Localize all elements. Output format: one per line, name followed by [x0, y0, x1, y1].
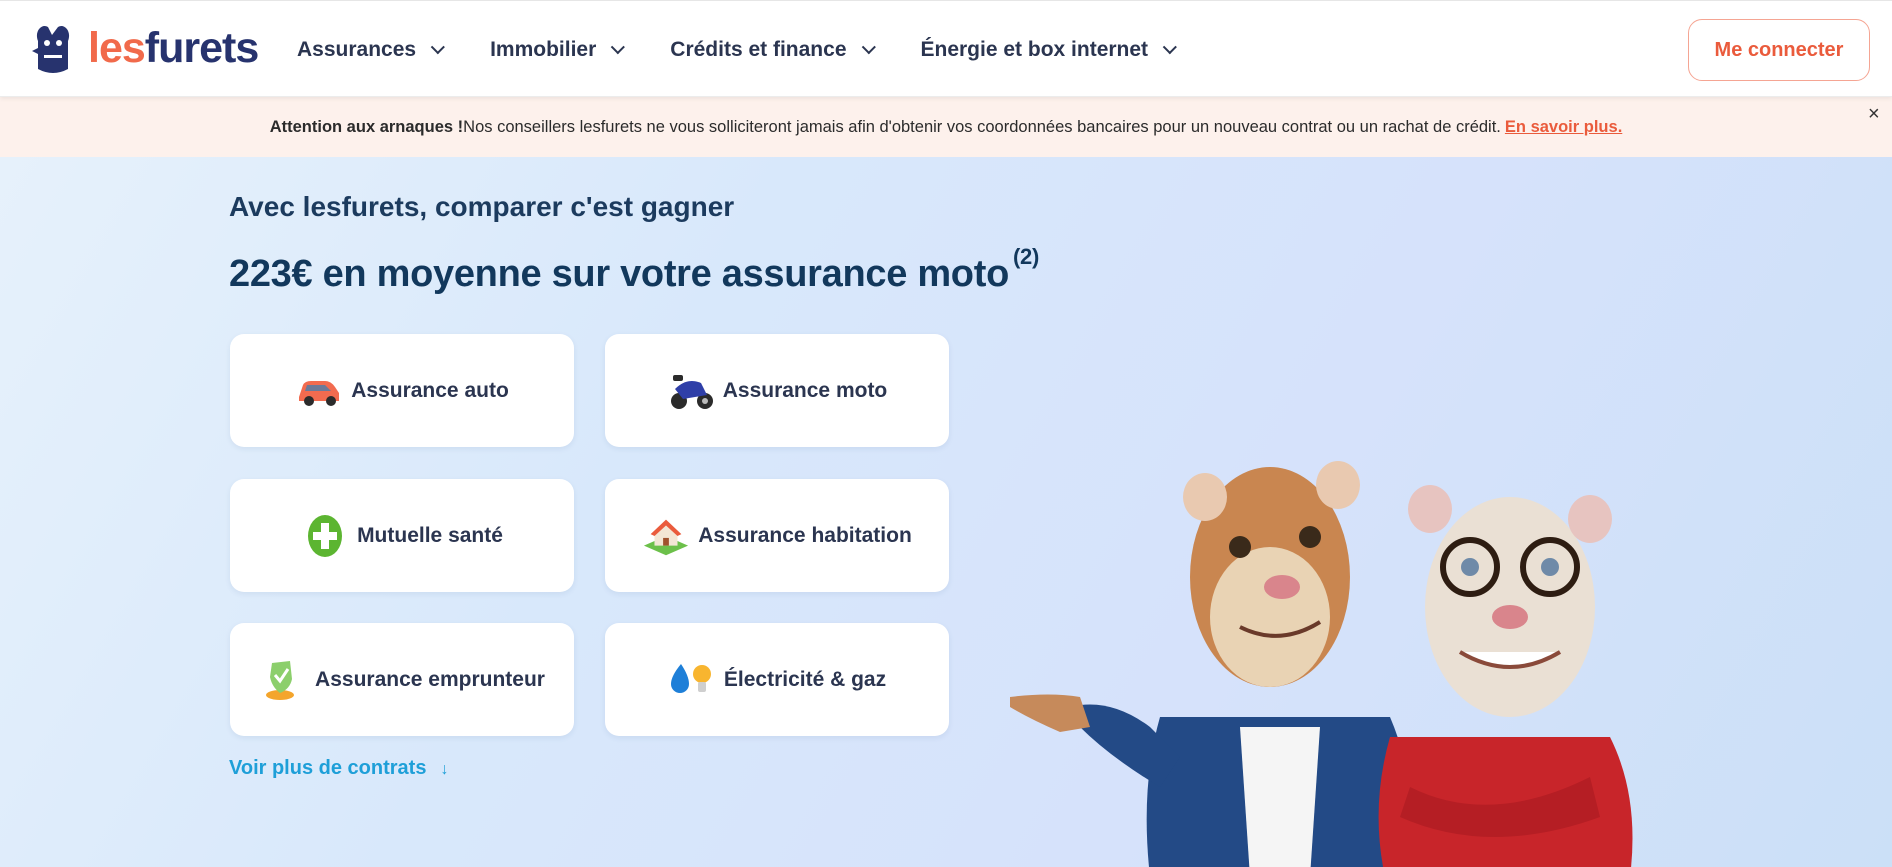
- card-label: Assurance emprunteur: [315, 667, 545, 691]
- shield-check-icon: [259, 656, 307, 704]
- nav-assurances[interactable]: Assurances: [297, 37, 445, 62]
- card-mutuelle-sante[interactable]: Mutuelle santé: [230, 479, 574, 592]
- card-label: Mutuelle santé: [357, 523, 503, 547]
- logo[interactable]: lesfurets: [28, 21, 259, 75]
- headline-footnote: (2): [1013, 244, 1039, 269]
- card-assurance-habitation[interactable]: Assurance habitation: [605, 479, 949, 592]
- card-assurance-auto[interactable]: Assurance auto: [230, 334, 574, 447]
- logo-text: lesfurets: [88, 23, 259, 72]
- site-header: lesfurets Assurances Immobilier Crédits …: [0, 0, 1892, 97]
- card-electricite-gaz[interactable]: Électricité & gaz: [605, 623, 949, 736]
- motorbike-icon: [667, 367, 715, 415]
- scam-alert-banner: Attention aux arnaques ! Nos conseillers…: [0, 97, 1892, 157]
- car-icon: [295, 367, 343, 415]
- card-assurance-moto[interactable]: Assurance moto: [605, 334, 949, 447]
- login-button[interactable]: Me connecter: [1688, 19, 1870, 81]
- alert-title: Attention aux arnaques !: [269, 117, 464, 136]
- main-nav: Assurances Immobilier Crédits et finance…: [297, 1, 1222, 98]
- more-contracts-link[interactable]: Voir plus de contrats ↓: [229, 757, 448, 780]
- nav-credits-finance[interactable]: Crédits et finance: [670, 37, 876, 62]
- hero-section: Avec lesfurets, comparer c'est gagner 22…: [0, 157, 1892, 867]
- ferret-right: [1378, 485, 1633, 867]
- close-icon[interactable]: ×: [1868, 104, 1880, 124]
- arrow-down-icon: ↓: [440, 761, 449, 778]
- house-icon: [642, 512, 690, 560]
- ferret-mascots-illustration: [1010, 461, 1633, 867]
- nav-label: Assurances: [297, 37, 417, 61]
- alert-learn-more-link[interactable]: En savoir plus.: [1505, 118, 1622, 137]
- card-label: Assurance habitation: [698, 523, 912, 547]
- nav-label: Crédits et finance: [670, 37, 847, 61]
- ferret-left: [1010, 461, 1413, 867]
- nav-energie-box[interactable]: Énergie et box internet: [920, 37, 1177, 62]
- hero-subtitle: Avec lesfurets, comparer c'est gagner: [229, 191, 735, 222]
- chevron-down-icon: [430, 39, 445, 54]
- hero-headline: 223€ en moyenne sur votre assurance moto…: [229, 244, 1039, 296]
- card-label: Assurance auto: [351, 378, 509, 402]
- ferret-logo-icon: [32, 25, 70, 73]
- chevron-down-icon: [1162, 39, 1177, 54]
- logo-les: les: [88, 23, 146, 72]
- nav-immobilier[interactable]: Immobilier: [490, 37, 626, 62]
- logo-furets: furets: [144, 23, 259, 72]
- chevron-down-icon: [611, 39, 626, 54]
- health-cross-icon: [301, 512, 349, 560]
- nav-label: Énergie et box internet: [920, 37, 1149, 61]
- headline-text: 223€ en moyenne sur votre assurance moto: [229, 253, 1009, 295]
- more-contracts-label: Voir plus de contrats: [229, 757, 427, 779]
- chevron-down-icon: [861, 39, 876, 54]
- card-label: Électricité & gaz: [723, 667, 887, 691]
- alert-text: Nos conseillers lesfurets ne vous sollic…: [463, 117, 1501, 136]
- card-assurance-emprunteur[interactable]: Assurance emprunteur: [230, 623, 574, 736]
- card-label: Assurance moto: [722, 378, 888, 402]
- nav-label: Immobilier: [490, 37, 597, 61]
- energy-icon: [668, 656, 716, 704]
